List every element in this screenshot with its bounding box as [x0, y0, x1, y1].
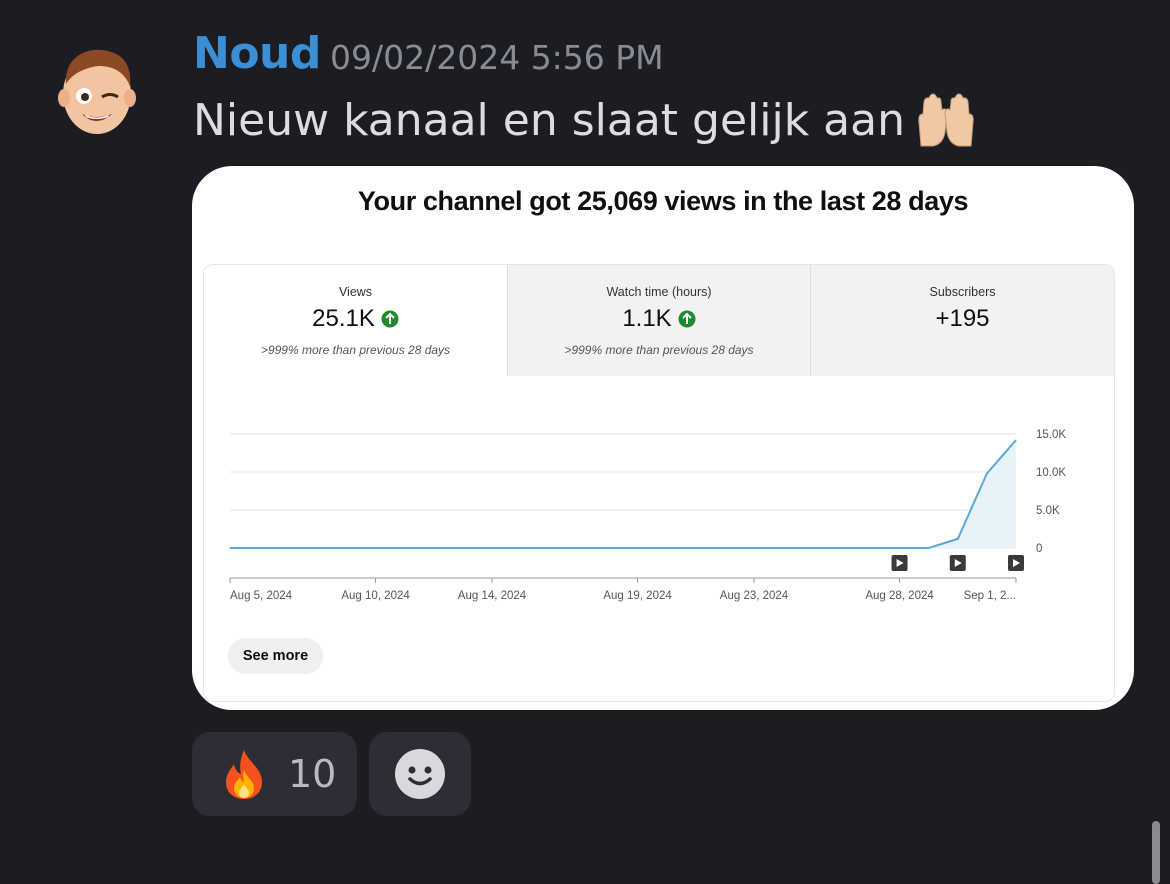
attachment-title: Your channel got 25,069 views in the las…: [357, 186, 969, 216]
stat-value-row: 1.1K: [508, 305, 810, 333]
stat-value-row: +195: [811, 305, 1114, 333]
reaction-count: 10: [288, 752, 337, 796]
message-author[interactable]: Noud: [193, 28, 321, 79]
area-fill: [230, 440, 1016, 548]
stat-value: 1.1K: [622, 305, 672, 332]
arrow-up-circle-icon: [381, 310, 399, 328]
stat-value-row: 25.1K: [204, 305, 507, 333]
stat-label: Views: [338, 285, 373, 299]
user-avatar[interactable]: [58, 44, 136, 138]
raising-hands-emoji-icon: [918, 92, 974, 147]
y-tick-label: 5.0K: [1036, 505, 1060, 517]
stat-watch-time[interactable]: Watch time (hours) 1.1K >999% more than …: [508, 265, 810, 376]
see-more-button[interactable]: See more: [228, 638, 323, 674]
x-tick-label: Aug 19, 2024: [603, 590, 672, 602]
message-timestamp: 09/02/2024 5:56 PM: [330, 38, 664, 77]
views-line-chart: 15.0K 10.0K 5.0K 0 Aug 5, 2024 Aug 10, 2024 Au…: [229, 429, 1066, 602]
x-tick-label: Aug 10, 2024: [341, 590, 410, 602]
x-tick-label: Aug 5, 2024: [230, 590, 293, 602]
arrow-up-circle-icon: [678, 310, 696, 328]
stat-value: 25.1K: [312, 305, 375, 332]
reaction-fire[interactable]: 10: [192, 732, 357, 816]
message-text: Nieuw kanaal en slaat gelijk aan: [193, 94, 905, 146]
fire-icon: [226, 750, 262, 799]
stat-label: Subscribers: [929, 285, 996, 299]
scrollbar[interactable]: [1152, 821, 1160, 884]
analytics-panel: Views 25.1K >999% more than previous 28 …: [203, 264, 1115, 702]
y-tick-label: 10.0K: [1036, 467, 1066, 479]
stat-change: >999% more than previous 28 days: [564, 343, 754, 357]
stat-label: Watch time (hours): [606, 285, 712, 299]
stat-change: >999% more than previous 28 days: [260, 343, 451, 357]
series-line: [230, 439, 1017, 549]
x-tick-label: Sep 1, 2...: [964, 590, 1016, 602]
x-tick-label: Aug 14, 2024: [458, 590, 527, 602]
add-reaction-button[interactable]: [369, 732, 471, 816]
y-tick-label: 15.0K: [1036, 429, 1066, 441]
y-tick-label: 0: [1036, 543, 1042, 555]
stat-value: +195: [935, 305, 990, 332]
x-tick-label: Aug 28, 2024: [865, 590, 934, 602]
stat-subscribers[interactable]: Subscribers +195: [811, 265, 1114, 376]
x-tick-label: Aug 23, 2024: [720, 590, 789, 602]
message-text-row: Nieuw kanaal en slaat gelijk aan: [193, 92, 977, 148]
add-reaction-icon: [395, 749, 445, 799]
stat-views[interactable]: Views 25.1K >999% more than previous 28 …: [204, 265, 507, 376]
